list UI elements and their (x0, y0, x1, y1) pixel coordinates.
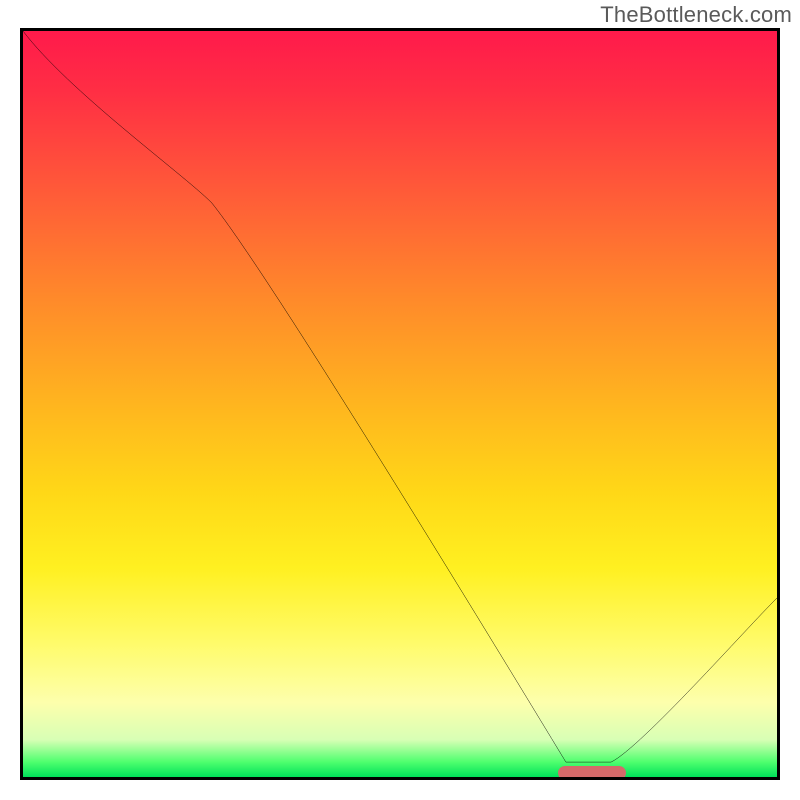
plot-area (20, 28, 780, 780)
optimum-marker (558, 766, 626, 780)
chart-frame: TheBottleneck.com (0, 0, 800, 800)
watermark-text: TheBottleneck.com (600, 2, 792, 28)
bottleneck-curve (23, 31, 777, 777)
